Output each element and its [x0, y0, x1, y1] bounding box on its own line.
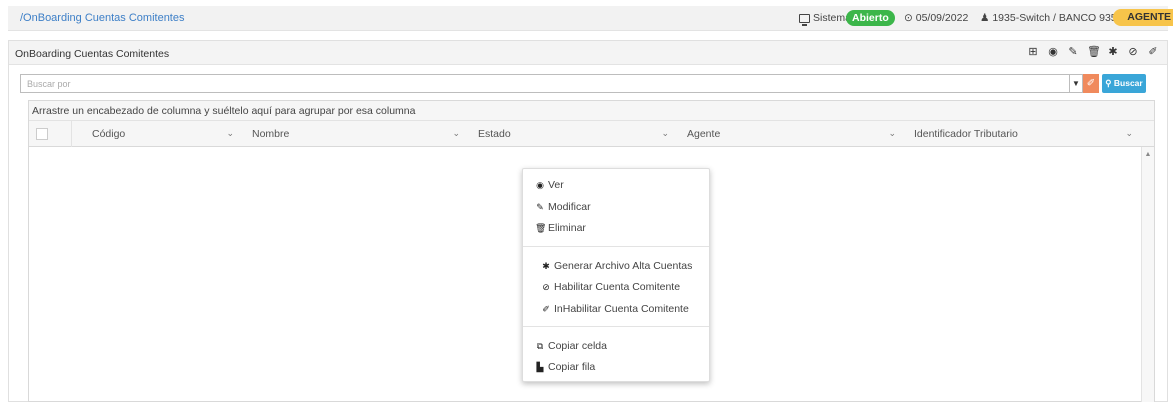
menu-item-generar-archivo[interactable]: ✱ Generar Archivo Alta Cuentas	[541, 260, 692, 272]
search-button[interactable]: ⚲ Buscar	[1102, 74, 1146, 93]
user-display[interactable]: ♟ 1935-Switch / BANCO 935	[980, 12, 1117, 24]
menu-item-habilitar[interactable]: ⊘ Habilitar Cuenta Comitente	[541, 281, 680, 293]
pencil-icon[interactable]: ✎	[1067, 46, 1079, 58]
menu-item-eliminar[interactable]: 🗑 Eliminar	[535, 222, 586, 234]
user-icon: ♟	[980, 12, 990, 24]
system-status-badge: Abierto	[846, 10, 895, 26]
check-circle-icon[interactable]: ⊘	[1127, 46, 1139, 58]
menu-item-modificar[interactable]: ✎ Modificar	[535, 201, 591, 213]
menu-item-copiar-fila[interactable]: ▙ Copiar fila	[535, 361, 596, 373]
column-nombre[interactable]: Nombre ⌄	[242, 121, 468, 147]
trash-icon: 🗑	[535, 222, 547, 233]
search-bar: ▼ ✐ ⚲ Buscar	[20, 74, 1155, 93]
menu-item-label: Modificar	[548, 201, 591, 213]
eraser-icon: ✐	[1086, 78, 1096, 89]
clock-icon: ⊙	[904, 12, 913, 24]
date-text: 05/09/2022	[915, 12, 969, 24]
search-dropdown-button[interactable]: ▼	[1069, 74, 1083, 93]
pencil-icon: ✎	[536, 201, 544, 212]
context-menu: ◉ Ver ✎ Modificar 🗑 Eliminar ✱ Generar A…	[522, 168, 710, 382]
menu-item-label: Copiar fila	[548, 361, 596, 373]
user-text: 1935-Switch / BANCO 935	[992, 12, 1117, 24]
eye-icon: ◉	[536, 179, 544, 190]
menu-item-label: Habilitar Cuenta Comitente	[554, 281, 681, 293]
menu-item-label: Eliminar	[548, 222, 586, 234]
eye-icon[interactable]: ◉	[1047, 46, 1059, 58]
menu-item-label: Ver	[548, 179, 564, 191]
menu-item-label: Copiar celda	[548, 340, 607, 352]
eraser-icon: ✐	[542, 303, 550, 314]
search-icon: ⚲	[1105, 78, 1112, 88]
trash-icon[interactable]: 🗑	[1087, 46, 1101, 58]
panel-header: OnBoarding Cuentas Comitentes ⊞ ◉ ✎ 🗑 ✱ …	[9, 41, 1167, 65]
column-header-row: Código ⌄ Nombre ⌄ Estado ⌄ Agente ⌄ Iden…	[29, 121, 1154, 147]
menu-item-label: Generar Archivo Alta Cuentas	[554, 260, 693, 272]
eraser-icon[interactable]: ✐	[1147, 46, 1159, 58]
scroll-up-icon[interactable]: ▲	[1142, 151, 1154, 158]
check-circle-icon: ⊘	[542, 281, 550, 292]
date-display: ⊙ 05/09/2022	[904, 12, 968, 24]
menu-item-label: InHabilitar Cuenta Comitente	[554, 303, 689, 315]
menu-item-copiar-celda[interactable]: ⧉ Copiar celda	[535, 340, 607, 352]
column-label: Agente	[687, 128, 721, 140]
chevron-down-icon[interactable]: ⌄	[226, 128, 234, 139]
search-button-label: Buscar	[1113, 78, 1143, 88]
column-label: Código	[92, 128, 126, 140]
chevron-down-icon[interactable]: ⌄	[452, 128, 460, 139]
column-label: Estado	[478, 128, 511, 140]
column-label: Nombre	[252, 128, 290, 140]
search-input[interactable]	[20, 74, 1069, 93]
top-bar-inner: /OnBoarding Cuentas Comitentes Sistema: …	[8, 6, 1173, 31]
caret-down-icon: ▼	[1072, 79, 1080, 88]
copy-row-icon: ▙	[536, 361, 544, 372]
chevron-down-icon[interactable]: ⌄	[888, 128, 896, 139]
breadcrumb[interactable]: /OnBoarding Cuentas Comitentes	[20, 12, 184, 24]
column-agente[interactable]: Agente ⌄	[677, 121, 904, 147]
column-identificador[interactable]: Identificador Tributario ⌄	[904, 121, 1141, 147]
copy-cell-icon: ⧉	[536, 340, 544, 351]
clear-search-button[interactable]: ✐	[1083, 74, 1099, 93]
column-estado[interactable]: Estado ⌄	[468, 121, 677, 147]
monitor-icon	[799, 13, 810, 26]
menu-item-ver[interactable]: ◉ Ver	[535, 179, 564, 191]
group-by-area[interactable]: Arrastre un encabezado de columna y suél…	[29, 101, 1154, 121]
asterisk-icon[interactable]: ✱	[1107, 46, 1119, 58]
vertical-scrollbar[interactable]: ▲	[1141, 147, 1154, 402]
panel-title: OnBoarding Cuentas Comitentes	[15, 48, 170, 60]
chevron-down-icon[interactable]: ⌄	[661, 128, 669, 139]
column-codigo[interactable]: Código ⌄	[71, 121, 242, 147]
asterisk-icon: ✱	[542, 260, 550, 271]
menu-divider	[523, 326, 709, 327]
menu-item-inhabilitar[interactable]: ✐ InHabilitar Cuenta Comitente	[541, 303, 689, 315]
chevron-down-icon[interactable]: ⌄	[1125, 128, 1133, 139]
role-badge: AGENTE	[1113, 9, 1173, 26]
menu-divider	[523, 246, 709, 247]
column-label: Identificador Tributario	[914, 128, 1018, 140]
top-bar: /OnBoarding Cuentas Comitentes Sistema: …	[0, 0, 1173, 36]
toolbar: ⊞ ◉ ✎ 🗑 ✱ ⊘ ✐	[1027, 46, 1159, 58]
add-icon[interactable]: ⊞	[1027, 46, 1039, 58]
select-all-checkbox[interactable]	[36, 128, 48, 140]
